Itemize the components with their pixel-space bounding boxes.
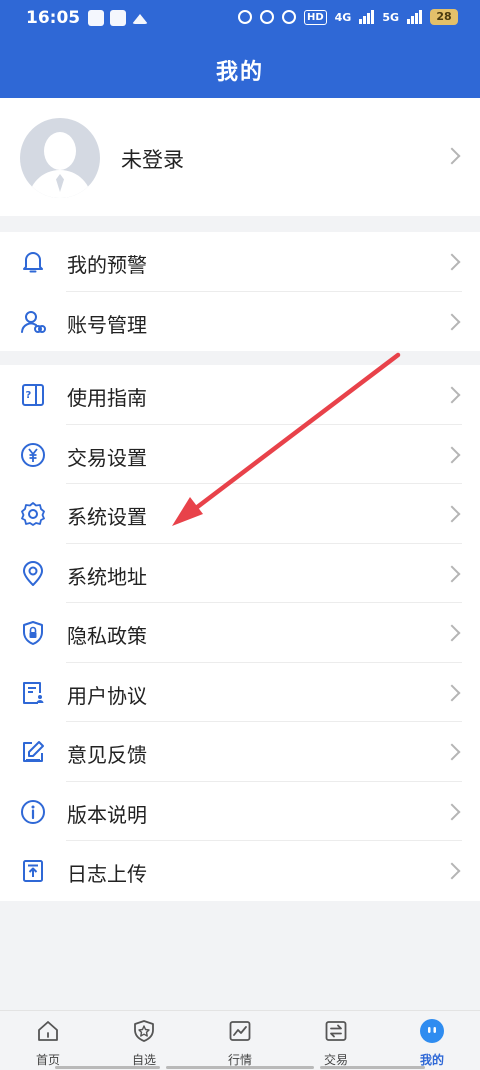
page-title: 我的 [215,60,264,85]
menu-item-version-notes[interactable]: 版本说明 [0,782,480,841]
tab-watchlist[interactable]: 自选 [96,1011,192,1070]
status-time: 16:05 [26,8,81,28]
app-notification-icon [88,10,104,26]
menu-item-system-settings[interactable]: 系统设置 [0,484,480,544]
tab-home[interactable]: 首页 [0,1011,96,1070]
avatar[interactable] [20,118,100,198]
header: 我的 [0,38,480,98]
profile-row[interactable]: 未登录 [0,98,480,216]
menu-item-user-guide[interactable]: ? 使用指南 [0,365,480,425]
menu-item-label: 账号管理 [67,312,147,337]
alarm-icon [237,10,252,24]
menu-item-label: 版本说明 [67,802,147,827]
chart-icon [229,1021,251,1041]
system-icons: HD 4G 5G 28 [237,9,458,25]
chevron-right-icon [443,147,461,165]
crown-icon [132,14,148,24]
network-label-1: 4G [334,10,352,24]
login-status: 未登录 [121,148,184,172]
user-link-icon [21,310,46,333]
star-shield-icon [134,1020,154,1042]
info-icon [21,799,45,824]
upload-file-icon [23,860,43,882]
menu-item-account-management[interactable]: 账号管理 [0,292,480,352]
menu-item-label: 使用指南 [67,386,147,410]
gesture-bar [166,1066,314,1069]
tab-market[interactable]: 行情 [192,1011,288,1070]
menu-item-trade-settings[interactable]: 交易设置 [0,425,480,484]
gesture-bar [320,1066,425,1069]
menu-item-label: 意见反馈 [67,743,147,767]
tab-mine[interactable]: 我的 [384,1011,480,1070]
menu-item-user-agreement[interactable]: 用户协议 [0,663,480,722]
notification-icons [88,10,148,26]
document-user-icon [23,681,44,704]
shield-lock-icon [23,621,43,645]
face-icon [420,1019,444,1043]
menu-item-label: 日志上传 [67,862,147,886]
app-notification-icon [110,10,126,26]
menu-item-log-upload[interactable]: 日志上传 [0,841,480,901]
chevron-right-icon [443,862,461,880]
hd-badge: HD [303,9,327,25]
battery-icon: 28 [430,9,458,25]
menu-item-label: 系统设置 [67,505,147,529]
menu-item-label: 用户协议 [67,683,147,708]
chevron-right-icon [443,446,461,463]
menu-item-feedback[interactable]: 意见反馈 [0,722,480,782]
network-label-2: 5G [382,10,399,24]
location-icon [23,560,43,586]
chevron-right-icon [443,743,461,761]
menu-item-label: 我的预警 [67,253,147,277]
menu-item-label: 交易设置 [67,445,147,470]
menu-item-privacy-policy[interactable]: 隐私政策 [0,603,480,663]
bluetooth-icon [281,10,296,24]
gesture-bar [55,1066,160,1069]
tab-trade[interactable]: 交易 [288,1011,384,1070]
chevron-right-icon [443,313,461,330]
mute-icon [259,10,274,24]
menu-item-my-alerts[interactable]: 我的预警 [0,232,480,292]
bottom-tab-bar: 首页 自选 行情 交易 我的 [0,1010,480,1070]
signal-icon [407,10,422,24]
svg-text:?: ? [26,390,32,401]
chevron-right-icon [443,386,461,404]
gear-icon [21,502,45,526]
chevron-right-icon [443,803,461,820]
menu-group-1: 我的预警 账号管理 [0,232,480,351]
home-icon [38,1021,58,1041]
bell-icon [23,252,43,273]
status-bar: 16:05 HD 4G 5G 28 [0,0,480,38]
yen-icon [21,442,45,467]
guide-icon: ? [22,384,44,406]
menu-group-2: ? 使用指南 交易设置 系统设置 系统地址 隐私政策 用户协议 意见反馈 版本说… [0,365,480,901]
swap-icon [325,1021,347,1041]
chevron-right-icon [443,624,461,642]
chevron-right-icon [443,253,461,271]
chevron-right-icon [443,565,461,582]
menu-item-system-address[interactable]: 系统地址 [0,544,480,603]
edit-icon [23,741,44,762]
chevron-right-icon [443,684,461,701]
chevron-right-icon [443,505,461,523]
menu-item-label: 系统地址 [67,564,147,589]
menu-item-label: 隐私政策 [67,624,147,648]
signal-icon [359,10,375,24]
